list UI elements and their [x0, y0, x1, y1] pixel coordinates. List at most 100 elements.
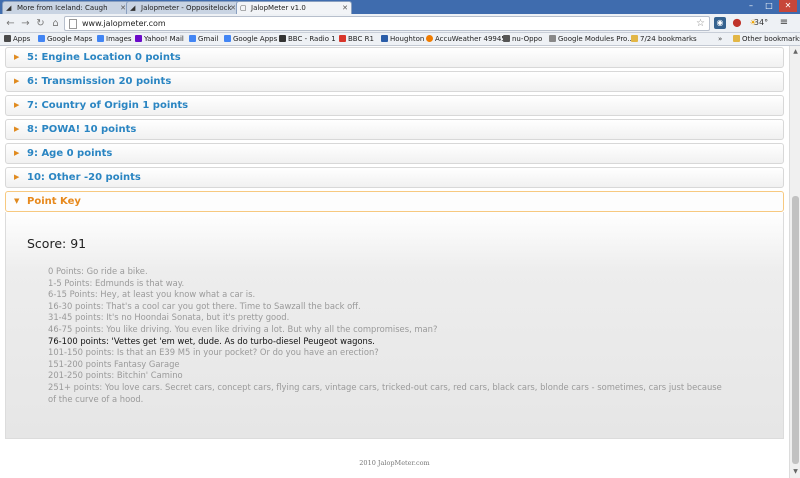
collapsed-arrow-icon: ▶: [14, 125, 20, 133]
browser-tab-active[interactable]: ▢ JalopMeter v1.0 ✕: [236, 1, 352, 14]
tab-title: More from Iceland: Caugh: [17, 4, 108, 12]
collapsed-arrow-icon: ▶: [14, 101, 20, 109]
google-icon: [189, 35, 196, 42]
bookmark-star-icon[interactable]: ☆: [696, 17, 705, 30]
accordion-header-point-key[interactable]: ▼ Point Key: [5, 191, 784, 212]
point-key-line: 201-250 points: Bitchin' Camino: [48, 370, 183, 381]
other-bookmarks[interactable]: Other bookmarks: [733, 33, 800, 46]
bookmark-label: Other bookmarks: [742, 35, 800, 43]
google-icon: [38, 35, 45, 42]
bookmark-label: 7/24 bookmarks: [640, 35, 697, 43]
kinja-favicon-icon: ◢: [130, 4, 136, 12]
extension-icon[interactable]: ◉: [714, 17, 726, 29]
address-bar[interactable]: www.jalopmeter.com ☆: [64, 16, 710, 31]
bookmark-bbc-radio-1[interactable]: BBC - Radio 1: [279, 33, 336, 46]
page-footer: 2010 JalopMeter.com: [359, 459, 430, 467]
point-key-line: 0 Points: Go ride a bike.: [48, 266, 148, 276]
kinja-favicon-icon: ◢: [6, 4, 12, 12]
tab-strip: ◢ More from Iceland: Caugh ✕ ◢ Jalopmete…: [0, 0, 800, 14]
bookmark-accuweather[interactable]: AccuWeather 49945: [426, 33, 506, 46]
accordion-label: 7: Country of Origin 1 points: [27, 100, 189, 111]
browser-tab[interactable]: ◢ More from Iceland: Caugh ✕: [2, 1, 130, 14]
accordion-header-country-of-origin[interactable]: ▶ 7: Country of Origin 1 points: [5, 95, 784, 116]
expanded-arrow-icon: ▼: [14, 197, 20, 205]
vertical-scrollbar[interactable]: ▲ ▼: [789, 46, 800, 478]
bookmark-label: Yahoo! Mail: [144, 35, 184, 43]
bookmark-label: BBC - Radio 1: [288, 35, 336, 43]
accordion-label: 8: POWA! 10 points: [27, 124, 137, 135]
point-key-line: 251+ points: You love cars. Secret cars,…: [48, 381, 722, 392]
temperature-readout[interactable]: 34°: [750, 17, 772, 29]
bbc-icon: [279, 35, 286, 42]
scroll-up-arrow-icon[interactable]: ▲: [791, 48, 800, 56]
bookmark-label: Google Apps: [233, 35, 278, 43]
bookmark-google-apps[interactable]: Google Apps: [224, 33, 277, 46]
houghton-icon: [381, 35, 388, 42]
bookmark-yahoo-mail[interactable]: Yahoo! Mail: [135, 33, 184, 46]
point-key-line: 31-45 points: It's no Hoondai Sonata, bu…: [48, 312, 290, 323]
kinja-icon: [503, 35, 510, 42]
page-icon: [549, 35, 556, 42]
bookmark-label: BBC R1: [348, 35, 374, 43]
yahoo-icon: [135, 35, 142, 42]
minimize-window-icon[interactable]: –: [742, 0, 760, 12]
bookmark-gmail[interactable]: Gmail: [189, 33, 218, 46]
accordion-label: Point Key: [27, 196, 81, 207]
scroll-down-arrow-icon[interactable]: ▼: [791, 468, 800, 476]
bookmark-houghton[interactable]: Houghton: [381, 33, 424, 46]
collapsed-arrow-icon: ▶: [14, 53, 20, 61]
bookmarks-overflow-icon[interactable]: »: [718, 33, 722, 46]
accordion-header-other[interactable]: ▶ 10: Other -20 points: [5, 167, 784, 188]
home-icon[interactable]: ⌂: [49, 17, 62, 30]
tab-title: JalopMeter v1.0: [251, 4, 306, 12]
apps-grid-icon: [4, 35, 11, 42]
point-key-line: 16-30 points: That's a cool car you got …: [48, 300, 361, 311]
accordion-label: 9: Age 0 points: [27, 148, 113, 159]
accordion-header-engine-location[interactable]: ▶ 5: Engine Location 0 points: [5, 47, 784, 68]
browser-tab[interactable]: ◢ Jalopmeter - Oppositelock ✕: [126, 1, 240, 14]
accordion-header-powa[interactable]: ▶ 8: POWA! 10 points: [5, 119, 784, 140]
bookmark-bbc-r1[interactable]: BBC R1: [339, 33, 374, 46]
page-viewport: ▶ 5: Engine Location 0 points ▶ 6: Trans…: [0, 46, 789, 478]
point-key-panel: Score: 91 0 Points: Go ride a bike. 1-5 …: [5, 212, 784, 439]
accordion-header-transmission[interactable]: ▶ 6: Transmission 20 points: [5, 71, 784, 92]
browser-toolbar: ← → ↻ ⌂ www.jalopmeter.com ☆ ◉ ⬤ ☀ 34° ≡: [0, 14, 800, 33]
bookmark-7-24[interactable]: 7/24 bookmarks: [631, 33, 697, 46]
point-key-line-highlight: 76-100 points: 'Vettes get 'em wet, dude…: [48, 335, 375, 346]
collapsed-arrow-icon: ▶: [14, 173, 20, 181]
collapsed-arrow-icon: ▶: [14, 77, 20, 85]
bookmark-apps[interactable]: Apps: [4, 33, 30, 46]
page-icon: [69, 19, 77, 29]
address-url[interactable]: www.jalopmeter.com: [82, 17, 166, 30]
folder-icon: [733, 35, 740, 42]
bookmark-google-maps[interactable]: Google Maps: [38, 33, 92, 46]
bookmark-images[interactable]: Images: [97, 33, 132, 46]
bookmark-nu-oppo[interactable]: nu-Oppo: [503, 33, 542, 46]
close-tab-icon[interactable]: ✕: [342, 2, 348, 14]
point-key-line: of the curve of a hood.: [48, 393, 144, 404]
bookmark-label: nu-Oppo: [512, 35, 543, 43]
bookmark-label: Gmail: [198, 35, 219, 43]
forward-icon[interactable]: →: [19, 17, 32, 30]
bookmark-label: Houghton: [390, 35, 425, 43]
bookmark-label: Images: [106, 35, 132, 43]
scrollbar-thumb[interactable]: [792, 196, 799, 464]
accuweather-icon: [426, 35, 433, 42]
adblock-icon[interactable]: ⬤: [731, 17, 743, 29]
menu-icon[interactable]: ≡: [778, 17, 790, 29]
collapsed-arrow-icon: ▶: [14, 149, 20, 157]
reload-icon[interactable]: ↻: [34, 17, 47, 30]
bookmarks-bar: Apps Google Maps Images Yahoo! Mail Gmai…: [0, 33, 800, 46]
google-icon: [97, 35, 104, 42]
back-icon[interactable]: ←: [4, 17, 17, 30]
page-favicon-icon: ▢: [240, 4, 247, 12]
accordion-header-age[interactable]: ▶ 9: Age 0 points: [5, 143, 784, 164]
close-window-icon[interactable]: ✕: [779, 0, 797, 12]
bookmark-label: Apps: [13, 35, 31, 43]
bookmark-google-modules[interactable]: Google Modules Pro...: [549, 33, 634, 46]
google-icon: [224, 35, 231, 42]
point-key-line: 6-15 Points: Hey, at least you know what…: [48, 289, 256, 300]
point-key-line: 46-75 points: You like driving. You even…: [48, 323, 438, 334]
maximize-window-icon[interactable]: □: [760, 0, 778, 12]
accordion-label: 10: Other -20 points: [27, 172, 141, 183]
